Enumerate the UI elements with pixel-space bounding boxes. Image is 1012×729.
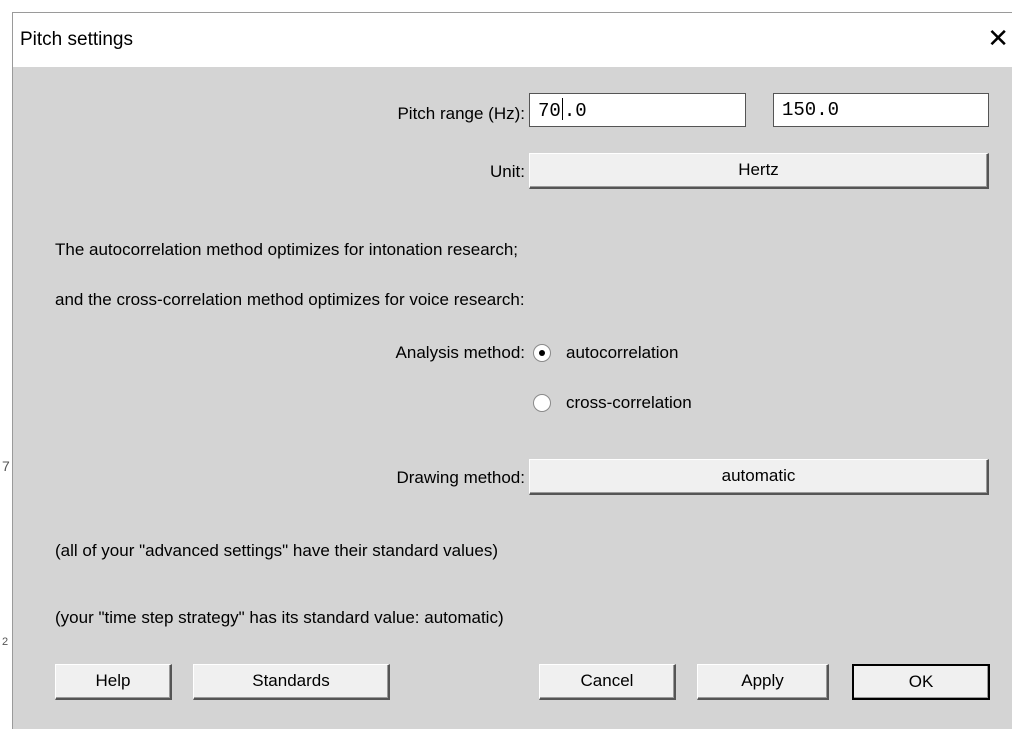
analysis-method-label: Analysis method:: [395, 343, 525, 362]
unit-menu-button[interactable]: Hertz: [529, 153, 989, 189]
radio-label-autocorrelation[interactable]: autocorrelation: [566, 343, 678, 363]
ok-button[interactable]: OK: [852, 664, 990, 700]
close-icon[interactable]: ✕: [987, 25, 1009, 51]
title-bar: Pitch settings ✕: [13, 13, 1012, 67]
pitch-range-max-input[interactable]: 150.0: [773, 93, 989, 127]
text-caret: [561, 98, 563, 120]
cancel-button[interactable]: Cancel: [539, 664, 676, 700]
advanced-settings-note: (all of your "advanced settings" have th…: [55, 541, 498, 560]
apply-button[interactable]: Apply: [697, 664, 829, 700]
standards-button[interactable]: Standards: [193, 664, 390, 700]
pitch-min-text-tail: .0: [563, 100, 587, 122]
pitch-settings-dialog: Pitch settings ✕ Pitch range (Hz): 70.0 …: [12, 12, 1012, 729]
pitch-range-min-input[interactable]: 70.0: [529, 93, 746, 127]
drawing-method-label: Drawing method:: [396, 468, 525, 487]
radio-selected-dot: [539, 350, 545, 356]
background-text: 7: [2, 458, 10, 474]
radio-label-cross-correlation[interactable]: cross-correlation: [566, 393, 692, 413]
drawing-method-menu-button[interactable]: automatic: [529, 459, 989, 495]
background-text: 2: [2, 636, 9, 648]
info-text-line-2: and the cross-correlation method optimiz…: [55, 290, 525, 309]
radio-autocorrelation[interactable]: [533, 344, 551, 362]
radio-cross-correlation[interactable]: [533, 394, 551, 412]
info-text-line-1: The autocorrelation method optimizes for…: [55, 240, 519, 259]
help-button[interactable]: Help: [55, 664, 172, 700]
unit-label: Unit:: [490, 162, 525, 181]
time-step-note: (your "time step strategy" has its stand…: [55, 608, 504, 627]
dialog-title: Pitch settings: [20, 29, 133, 50]
pitch-range-label: Pitch range (Hz):: [397, 104, 525, 123]
pitch-min-text: 70: [538, 100, 561, 122]
